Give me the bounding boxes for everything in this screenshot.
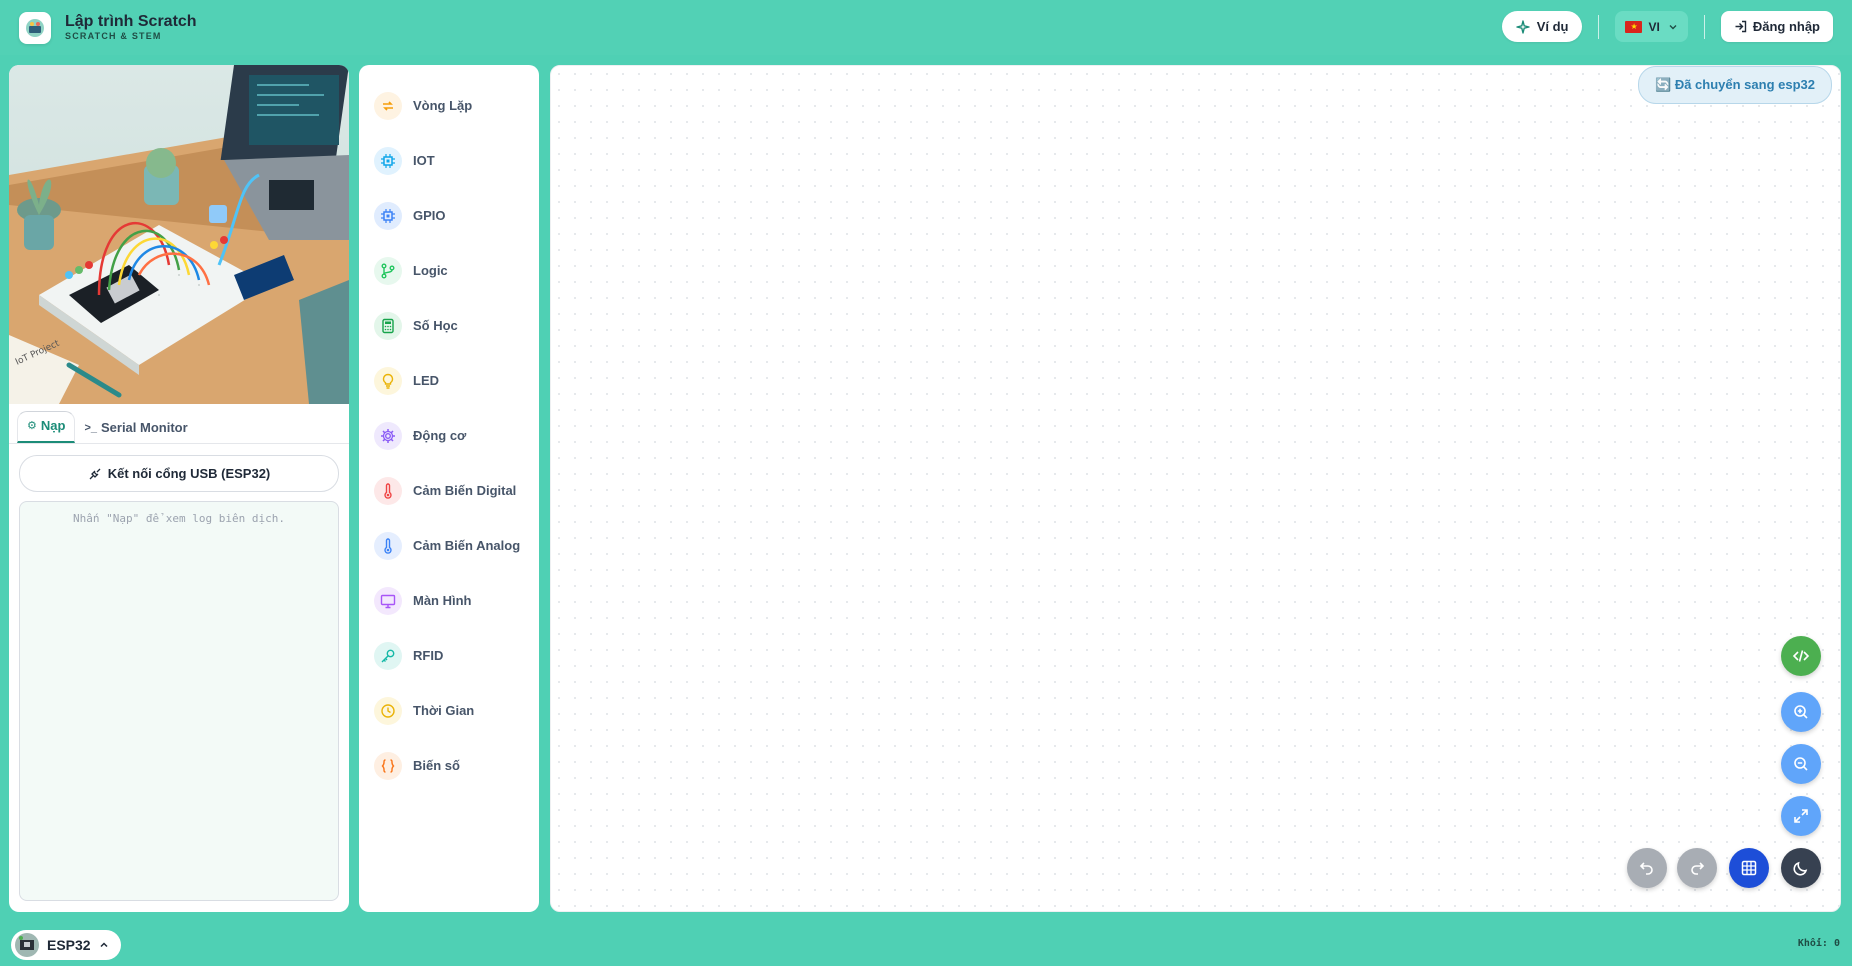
device-label: ESP32 (47, 937, 91, 953)
compile-log[interactable]: Nhấn "Nạp" để xem log biên dịch. (19, 501, 339, 901)
app-title: Lập trình Scratch (65, 13, 197, 30)
grid-icon (1741, 860, 1757, 876)
app-header: Lập trình Scratch SCRATCH & STEM Ví dụ V… (0, 0, 1852, 55)
upload-panel: IoT Project ⚙ Nạp >_ Serial Monitor Kết … (9, 65, 349, 912)
language-label: VI (1648, 19, 1660, 34)
login-button[interactable]: Đăng nhập (1720, 11, 1833, 42)
panel-tabs: ⚙ Nạp >_ Serial Monitor (9, 404, 349, 444)
header-divider (1598, 14, 1600, 39)
category-time[interactable]: Thời Gian (359, 683, 539, 738)
examples-label: Ví dụ (1536, 19, 1569, 34)
connect-usb-button[interactable]: Kết nối cổng USB (ESP32) (19, 455, 339, 492)
monitor-icon (374, 586, 402, 615)
category-math[interactable]: Số Học (359, 298, 539, 353)
category-label: GPIO (413, 208, 446, 223)
login-label: Đăng nhập (1752, 19, 1820, 34)
category-label: LED (413, 373, 439, 388)
redo-icon (1691, 862, 1705, 875)
thermometer-icon (374, 476, 402, 505)
sparkle-icon (1516, 19, 1530, 34)
category-variables[interactable]: Biến số (359, 738, 539, 793)
app-logo[interactable] (19, 11, 51, 44)
category-label: Biến số (413, 758, 460, 773)
app-subtitle: SCRATCH & STEM (65, 31, 162, 41)
brand: Lập trình Scratch SCRATCH & STEM (65, 14, 197, 41)
category-loop[interactable]: Vòng Lặp (359, 78, 539, 133)
bulb-icon (374, 366, 402, 395)
zoom-out-icon (1794, 757, 1808, 771)
iot-project-illustration: IoT Project (9, 65, 349, 404)
board-switched-notice: 🔄 Đã chuyển sang esp32 (1638, 66, 1832, 104)
view-code-button[interactable] (1781, 636, 1821, 676)
compile-log-placeholder: Nhấn "Nạp" để xem log biên dịch. (73, 512, 285, 525)
category-digital-sensor[interactable]: Cảm Biến Digital (359, 463, 539, 518)
category-label: Màn Hình (413, 593, 472, 608)
branch-icon (374, 256, 402, 285)
terminal-icon: >_ (84, 421, 97, 434)
chip-icon (374, 146, 402, 175)
gear-icon: ⚙ (27, 420, 37, 432)
category-iot[interactable]: IOT (359, 133, 539, 188)
clock-icon (374, 696, 402, 725)
braces-icon (374, 751, 402, 780)
undo-button[interactable] (1627, 848, 1667, 888)
category-label: IOT (413, 153, 435, 168)
category-label: Động cơ (413, 428, 467, 443)
plug-icon (89, 468, 101, 479)
category-label: Logic (413, 263, 448, 278)
undo-icon (1639, 862, 1653, 875)
category-gpio[interactable]: GPIO (359, 188, 539, 243)
block-count: Khối: 0 (1797, 938, 1840, 949)
examples-button[interactable]: Ví dụ (1501, 11, 1583, 42)
chip-icon (374, 201, 402, 230)
thermometer-icon (374, 531, 402, 560)
key-icon (374, 641, 402, 670)
category-label: RFID (413, 648, 444, 663)
category-label: Thời Gian (413, 703, 475, 718)
category-display[interactable]: Màn Hình (359, 573, 539, 628)
chevron-up-icon (100, 942, 108, 948)
connect-usb-label: Kết nối cổng USB (ESP32) (107, 466, 271, 481)
block-categories: Vòng Lặp IOT GPIO Logic Số Học LED Động … (359, 65, 539, 912)
theme-toggle-button[interactable] (1781, 848, 1821, 888)
block-workspace[interactable]: 🔄 Đã chuyển sang esp32 (550, 65, 1841, 912)
zoom-in-icon (1794, 705, 1808, 719)
code-icon (1792, 650, 1810, 662)
tab-upload[interactable]: ⚙ Nạp (17, 411, 76, 443)
vietnam-flag-icon (1625, 20, 1643, 33)
zoom-in-button[interactable] (1781, 692, 1821, 732)
esp32-board-icon (15, 933, 39, 957)
calculator-icon (374, 311, 402, 340)
category-label: Cảm Biến Analog (413, 538, 521, 553)
category-label: Vòng Lặp (413, 98, 473, 113)
category-label: Cảm Biến Digital (413, 483, 517, 498)
chevron-down-icon (1669, 24, 1677, 29)
category-motor[interactable]: Động cơ (359, 408, 539, 463)
tab-upload-label: Nạp (40, 418, 66, 433)
redo-button[interactable] (1677, 848, 1717, 888)
category-analog-sensor[interactable]: Cảm Biến Analog (359, 518, 539, 573)
moon-icon (1793, 861, 1808, 876)
login-icon (1735, 20, 1747, 33)
fit-screen-button[interactable] (1781, 796, 1821, 836)
status-bar: ESP32 Khối: 0 (0, 922, 1852, 966)
category-rfid[interactable]: RFID (359, 628, 539, 683)
loop-icon (374, 91, 402, 120)
tab-serial-monitor[interactable]: >_ Serial Monitor (75, 420, 196, 443)
board-switched-label: 🔄 Đã chuyển sang esp32 (1655, 77, 1815, 92)
zoom-out-button[interactable] (1781, 744, 1821, 784)
header-divider (1703, 14, 1705, 39)
cog-icon (374, 421, 402, 450)
tab-serial-monitor-label: Serial Monitor (100, 420, 188, 435)
category-led[interactable]: LED (359, 353, 539, 408)
language-select[interactable]: VI (1615, 11, 1688, 42)
category-logic[interactable]: Logic (359, 243, 539, 298)
logo-icon (26, 18, 44, 37)
device-selector[interactable]: ESP32 (11, 930, 121, 960)
category-label: Số Học (413, 318, 458, 333)
toggle-grid-button[interactable] (1729, 848, 1769, 888)
expand-icon (1794, 809, 1808, 823)
